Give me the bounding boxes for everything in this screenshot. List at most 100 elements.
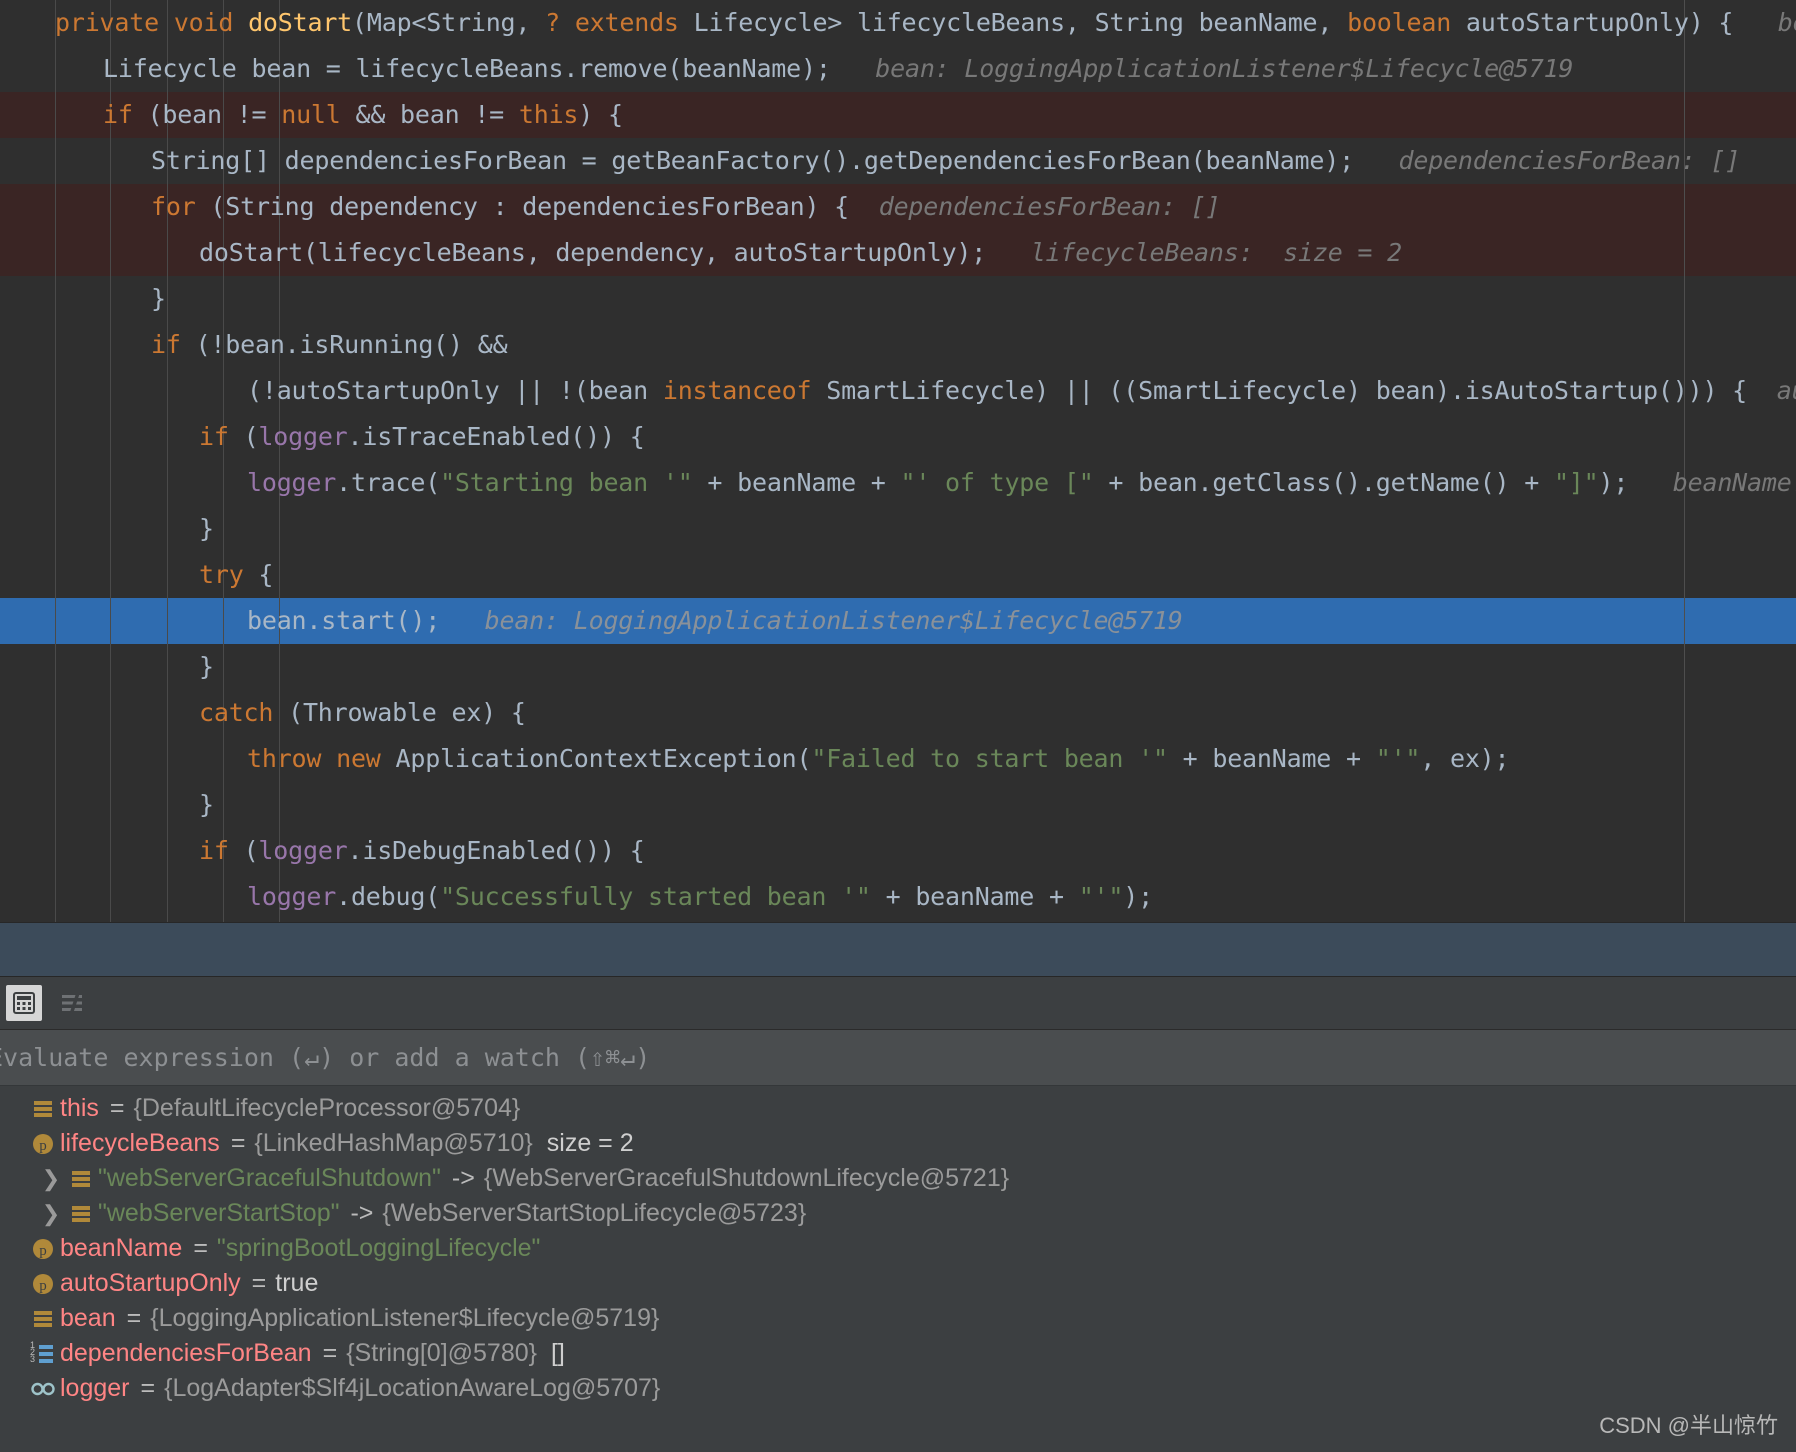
line-bean-start[interactable]: bean.start(); bean: LoggingApplicationLi… — [0, 598, 1796, 644]
line-close-catch-token-0: } — [199, 790, 214, 819]
variable-row[interactable]: ❯ p beanName = "springBootLoggingLifecycle" — [0, 1231, 1796, 1266]
line-dependencies[interactable]: String[] dependenciesForBean = getBeanFa… — [0, 138, 1796, 184]
line-if-trace-enabled-token-2: logger — [258, 422, 348, 451]
line-logger-debug-text: logger.debug("Successfully started bean … — [0, 874, 1153, 920]
sort-values-icon[interactable] — [54, 985, 90, 1021]
line-bean-start-token-0: bean.start(); — [247, 606, 441, 635]
variable-assign-operator: = — [126, 1304, 142, 1332]
line-close-trace-if[interactable]: } — [0, 506, 1796, 552]
variable-assign-operator: -> — [451, 1164, 475, 1192]
line-try[interactable]: try { — [0, 552, 1796, 598]
line-for-dependency-token-2: dependenciesForBean: [] — [849, 192, 1221, 221]
debugger-variables-panel: Evaluate expression (↵) or add a watch (… — [0, 977, 1796, 1452]
line-dostart-recurse[interactable]: doStart(lifecycleBeans, dependency, auto… — [0, 230, 1796, 276]
debugger-toolbar — [0, 977, 1796, 1030]
line-remove-bean-token-0: Lifecycle bean = lifecycleBeans.remove(b… — [103, 54, 831, 83]
line-logger-debug[interactable]: logger.debug("Successfully started bean … — [0, 874, 1796, 920]
line-signature-token-0: private — [55, 8, 174, 37]
line-logger-trace[interactable]: logger.trace("Starting bean '" + beanNam… — [0, 460, 1796, 506]
variable-value: {LoggingApplicationListener$Lifecycle@57… — [150, 1304, 660, 1332]
variable-row[interactable]: ❯ "webServerStartStop" -> {WebServerStartSt… — [0, 1196, 1796, 1231]
line-for-dependency-token-1: (String dependency : dependenciesForBean… — [210, 192, 850, 221]
line-logger-trace-token-4: "' of type [" — [900, 468, 1094, 497]
line-catch-token-0: catch — [199, 698, 289, 727]
line-signature[interactable]: private void doStart(Map<String, ? exten… — [0, 0, 1796, 46]
chevron-placeholder: ❯ — [0, 1131, 26, 1157]
line-if-bean-not-null-token-3: && bean != — [355, 100, 519, 129]
chevron-placeholder: ❯ — [0, 1376, 26, 1402]
parameter-icon: p — [33, 1238, 53, 1259]
variable-assign-operator: = — [193, 1234, 208, 1262]
line-logger-trace-token-1: .trace( — [336, 468, 441, 497]
evaluate-expression-icon[interactable] — [6, 985, 42, 1021]
editor-debug-splitter[interactable] — [0, 922, 1796, 977]
line-catch[interactable]: catch (Throwable ex) { — [0, 690, 1796, 736]
variable-row[interactable]: ❯ p lifecycleBeans = {LinkedHashMap@5710} siz… — [0, 1126, 1796, 1161]
variable-value: {LogAdapter$Slf4jLocationAwareLog@5707} — [164, 1374, 661, 1402]
line-dostart-recurse-token-0: doStart(lifecycleBeans, dependency, auto… — [199, 238, 987, 267]
variable-name: bean — [60, 1304, 116, 1332]
variable-value: {WebServerGracefulShutdownLifecycle@5721… — [483, 1164, 1010, 1192]
line-for-dependency[interactable]: for (String dependency : dependenciesFor… — [0, 184, 1796, 230]
line-signature-token-8: beanName: — [1777, 8, 1796, 37]
parameter-icon: p — [26, 1236, 60, 1262]
variable-row[interactable]: ❯ this = {DefaultLifecycleProcessor@5704} — [0, 1091, 1796, 1126]
line-if-trace-enabled[interactable]: if (logger.isTraceEnabled()) { — [0, 414, 1796, 460]
evaluate-placeholder-text: Evaluate expression (↵) or add a watch (… — [0, 1043, 651, 1072]
parameter-icon: p — [26, 1271, 60, 1297]
line-logger-debug-token-0: logger — [247, 882, 337, 911]
variable-row[interactable]: ❯ logger = {LogAdapter$Slf4jLocationAwareLo… — [0, 1371, 1796, 1406]
line-signature-token-6: boolean — [1347, 8, 1466, 37]
line-signature-token-3: (Map<String, — [352, 8, 546, 37]
line-throw[interactable]: throw new ApplicationContextException("F… — [0, 736, 1796, 782]
variable-value: {LinkedHashMap@5710} — [254, 1129, 533, 1157]
line-signature-token-5: Lifecycle> lifecycleBeans, String beanNa… — [693, 8, 1348, 37]
line-auto-startup-cond[interactable]: (!autoStartupOnly || !(bean instanceof S… — [0, 368, 1796, 414]
variables-list[interactable]: ❯ this = {DefaultLifecycleProcessor@5704} ❯ p… — [0, 1086, 1796, 1406]
variable-row[interactable]: ❯ bean = {LoggingApplicationListener$Lifecy… — [0, 1301, 1796, 1336]
expand-chevron-icon[interactable]: ❯ — [38, 1201, 64, 1227]
variable-row[interactable]: ❯ p autoStartupOnly = true — [0, 1266, 1796, 1301]
object-field-icon — [72, 1170, 90, 1187]
variable-name: lifecycleBeans — [60, 1129, 220, 1157]
line-close-catch[interactable]: } — [0, 782, 1796, 828]
code-lines-container[interactable]: private void doStart(Map<String, ? exten… — [0, 0, 1796, 920]
line-logger-trace-token-5: + bean.getClass().getName() + — [1093, 468, 1554, 497]
line-close-try[interactable]: } — [0, 644, 1796, 690]
variable-row[interactable]: ❯123 dependenciesForBean = {String[0]@5780}… — [0, 1336, 1796, 1371]
line-logger-debug-token-3: + beanName + — [870, 882, 1079, 911]
line-logger-debug-token-1: .debug( — [336, 882, 441, 911]
line-signature-token-7: autoStartupOnly) { — [1465, 8, 1734, 37]
line-signature-token-4: ? extends — [545, 8, 694, 37]
variable-extra: size = 2 — [546, 1129, 634, 1157]
line-close-for[interactable]: } — [0, 276, 1796, 322]
variable-name: logger — [60, 1374, 130, 1402]
chevron-placeholder: ❯ — [0, 1341, 26, 1367]
chevron-placeholder: ❯ — [0, 1096, 26, 1122]
object-field-icon — [64, 1201, 98, 1227]
line-logger-trace-token-0: logger — [247, 468, 337, 497]
line-if-not-running[interactable]: if (!bean.isRunning() && — [0, 322, 1796, 368]
line-close-for-text: } — [0, 276, 166, 322]
expand-chevron-icon[interactable]: ❯ — [38, 1166, 64, 1192]
line-if-trace-enabled-text: if (logger.isTraceEnabled()) { — [0, 414, 645, 460]
line-if-bean-not-null[interactable]: if (bean != null && bean != this) { — [0, 92, 1796, 138]
code-editor[interactable]: private void doStart(Map<String, ? exten… — [0, 0, 1796, 922]
variable-assign-operator: -> — [350, 1199, 374, 1227]
object-field-icon — [34, 1310, 52, 1327]
line-try-token-0: try — [199, 560, 259, 589]
variable-row[interactable]: ❯ "webServerGracefulShutdown" -> {WebServer… — [0, 1161, 1796, 1196]
line-remove-bean[interactable]: Lifecycle bean = lifecycleBeans.remove(b… — [0, 46, 1796, 92]
variable-name: autoStartupOnly — [60, 1269, 241, 1297]
line-for-dependency-text: for (String dependency : dependenciesFor… — [0, 184, 1221, 230]
line-close-try-text: } — [0, 644, 214, 690]
variable-name: "webServerStartStop" — [98, 1199, 340, 1227]
object-field-icon — [34, 1100, 52, 1117]
line-auto-startup-cond-text: (!autoStartupOnly || !(bean instanceof S… — [0, 368, 1796, 414]
variable-assign-operator: = — [322, 1339, 338, 1367]
evaluate-expression-input[interactable]: Evaluate expression (↵) or add a watch (… — [0, 1030, 1796, 1086]
watch-glasses-icon — [26, 1376, 60, 1402]
line-if-debug-enabled[interactable]: if (logger.isDebugEnabled()) { — [0, 828, 1796, 874]
line-if-debug-enabled-token-2: logger — [258, 836, 348, 865]
variable-assign-operator: = — [230, 1129, 246, 1157]
